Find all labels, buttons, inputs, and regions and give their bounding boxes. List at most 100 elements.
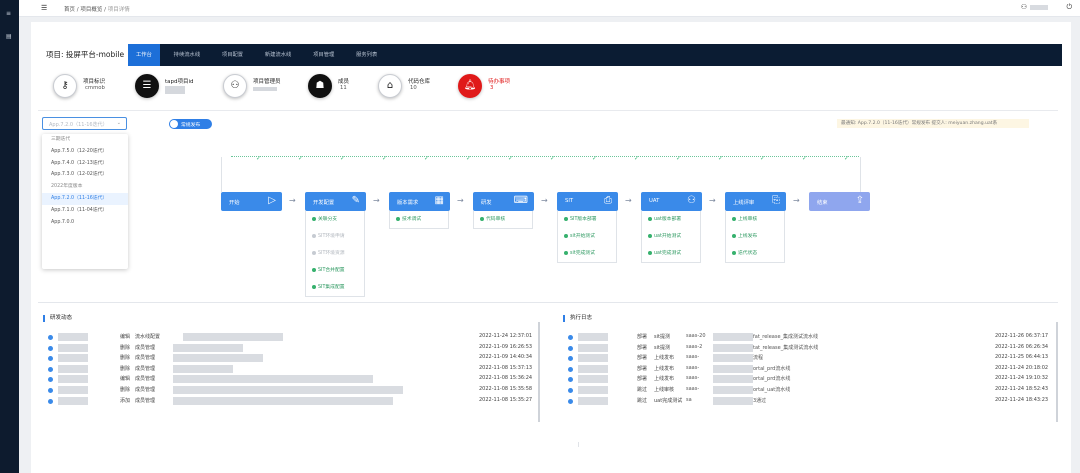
scrollbar[interactable] [1056,322,1058,422]
user-icon: ⚇ [687,195,696,206]
check-icon: ✓ [424,155,430,162]
panel-title: 研发动态 [43,315,72,322]
list-icon: ☰ [135,74,159,98]
check-icon: ✓ [802,155,808,162]
menu-toggle-icon[interactable]: ☰ [41,4,47,12]
substep-item[interactable]: uat开始测试 [642,228,700,245]
panel-title: 执行日志 [563,315,592,322]
check-icon: ✓ [718,155,724,162]
dropdown-option[interactable]: App.7.5.0（12-20迭代） [42,146,128,158]
stage-review[interactable]: 上线评审 ⎘ [725,192,786,211]
release-type-toggle[interactable]: 常规发布 [169,119,212,129]
upload-icon: ⇪ [855,195,864,206]
stage-uat[interactable]: UAT ⚇ [641,192,702,211]
substep-item[interactable]: 技术调试 [390,211,448,228]
list-item: 部署 上线发布 saas-ortal_prd流水线 2022-11-24 19:10:… [563,374,1056,385]
hamburger-icon[interactable]: ≡ [6,11,13,17]
substep-item[interactable]: 上线审核 [726,211,784,228]
toggle-knob [170,120,178,128]
stage-requirements[interactable]: 版本需求 ▦ [389,192,450,211]
project-header: 项目: 投屏平台-mobile 工作台 持续流水线 项目配置 新建流水线 项目管… [38,44,1062,66]
tab-service-list[interactable]: 服务列表 [348,44,385,66]
list-item: 删除 成员管理 2022-11-08 15:37:13 [43,364,543,375]
list-item: 删除 成员管理 2022-11-08 15:35:58 [43,385,543,396]
list-item: 编辑 流水线配置 2022-11-24 12:37:01 [43,332,543,343]
arrow-right-icon: → [709,196,716,205]
arrow-right-icon: → [541,196,548,205]
substep-item[interactable]: 代码审核 [474,211,532,228]
tab-workbench[interactable]: 工作台 [128,44,160,66]
check-icon: ✓ [508,155,514,162]
file-icon: ⎘ [772,195,780,206]
substep-item[interactable]: sit完成测试 [558,245,616,262]
substeps-dev-config: 关联分支 SIT环境申请 SIT环境资源 SIT合并配置 SIT集成配置 [305,211,365,297]
stage-start[interactable]: 开始 ▷ [221,192,282,211]
substep-item[interactable]: 关联分支 [306,211,364,228]
substep-item[interactable]: uat完成测试 [642,245,700,262]
tab-project-config[interactable]: 项目配置 [214,44,251,66]
dropdown-group: 2022年度版本 [51,184,83,190]
substep-item[interactable]: uat版本部署 [642,211,700,228]
dropdown-option-selected[interactable]: App.7.2.0（11-16迭代） [42,192,128,205]
check-icon: ✓ [298,155,304,162]
list-item: 部署 上线发布 saas- 流程 2022-11-25 06:44:13 [563,353,1056,364]
check-icon: ✓ [592,155,598,162]
check-icon: ✓ [676,155,682,162]
dropdown-option[interactable]: App.7.3.0（12-02迭代） [42,169,128,181]
tab-new-pipeline[interactable]: 新建流水线 [257,44,300,66]
toggle-label: 常规发布 [181,123,201,128]
stage-research[interactable]: 研发 ⌨ [473,192,534,211]
user-icon[interactable]: ⚇ [1021,3,1027,11]
sidebar: ≡ ▤ [0,0,19,473]
bell-icon: 🔔︎ [458,74,482,98]
list-item: 删除 成员管理 2022-11-09 16:26:53 [43,343,543,354]
power-icon[interactable]: ⏻ [1066,3,1072,12]
main-content: 项目: 投屏平台-mobile 工作台 持续流水线 项目配置 新建流水线 项目管… [31,22,1071,473]
stage-end[interactable]: 结束 ⇪ [809,192,870,211]
version-select[interactable]: App.7.2.0（11-16迭代） ⌄ [42,117,127,130]
breadcrumb-overview[interactable]: 项目概览 [80,7,102,13]
list-item: 添加 成员管理 2022-11-08 15:35:27 [43,396,543,407]
version-select-value: App.7.2.0（11-16迭代） [49,122,108,128]
dropdown-option[interactable]: App.7.1.0（11-04迭代） [42,205,128,217]
substep-item[interactable]: SIT版本部署 [558,211,616,228]
stage-label: SIT [565,198,574,204]
substep-item: SIT环境申请 [306,228,364,245]
substeps-review: 上线审核 上线发布 迭代状态 [725,211,785,263]
list-item: 跳过 uat完成测试 sa 3通过 2022-11-24 18:43:23 [563,396,1056,407]
dropdown-option[interactable]: App.7.4.0（12-13迭代） [42,158,128,170]
list-item: 删除 成员管理 2022-11-09 14:40:34 [43,353,543,364]
metric-value: 3 [490,85,494,91]
activity-list: 编辑 流水线配置 2022-11-24 12:37:01 删除 成员管理 2022-11… [43,332,543,406]
check-icon: ✓ [382,155,388,162]
list-item: 部署 sit提测 saas-2 tat_release_集成测试流水线 2022-11-… [563,343,1056,354]
dev-activity-panel: 研发动态 编辑 流水线配置 2022-11-24 12:37:01 删除 成员管理 20… [43,312,543,442]
metric-value: cmmob [85,85,105,91]
substep-item[interactable]: SIT集成配置 [306,279,364,296]
substep-item[interactable]: SIT合并配置 [306,262,364,279]
dropdown-option[interactable]: App.7.0.0 [42,217,128,229]
connector [860,157,861,192]
tab-pipeline[interactable]: 持续流水线 [166,44,209,66]
breadcrumb-home[interactable]: 首页 [64,7,75,13]
version-dropdown: 三期迭代 App.7.5.0（12-20迭代） App.7.4.0（12-13迭… [42,134,128,269]
document-list-icon[interactable]: ▤ [6,34,13,40]
stage-label: 版本需求 [397,200,419,206]
substep-item[interactable]: 上线发布 [726,228,784,245]
stage-sit[interactable]: SIT ⎙ [557,192,618,211]
scrollbar[interactable] [538,322,540,422]
chevron-down-icon: ⌄ [116,120,121,126]
monitor-icon: ⌨ [513,195,528,206]
list-item: 部署 上线发布 saas-ortal_prd流水线 2022-11-24 20:18:… [563,364,1056,375]
stage-dev-config[interactable]: 开发配置 ✎ [305,192,366,211]
substep-item[interactable]: 迭代状态 [726,245,784,262]
tab-project-manage[interactable]: 项目管理 [305,44,342,66]
substep-item[interactable]: sit开始测试 [558,228,616,245]
list-item: 编辑 成员管理 2022-11-08 15:36:24 [43,374,543,385]
printer-icon: ⎙ [604,195,612,206]
username-redacted [1030,5,1048,10]
breadcrumb-separator: / [104,7,106,13]
substep-item: SIT环境资源 [306,245,364,262]
stage-label: 开发配置 [313,200,335,206]
check-icon: ✓ [550,155,556,162]
